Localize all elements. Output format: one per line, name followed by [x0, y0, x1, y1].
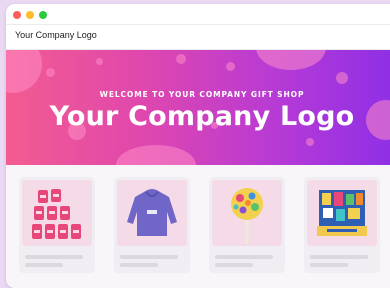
maximize-window-button[interactable] — [39, 11, 47, 19]
product-price-placeholder — [310, 263, 348, 267]
product-card[interactable] — [114, 177, 190, 273]
gift-box-image — [307, 180, 377, 246]
product-price-placeholder — [25, 263, 63, 267]
product-card[interactable] — [19, 177, 95, 273]
header-logo[interactable]: Your Company Logo — [15, 30, 97, 40]
decorative-bubble — [306, 138, 314, 146]
browser-window: Your Company Logo WELCOME TO YOUR COMPAN… — [6, 4, 390, 288]
hero-subtitle: WELCOME TO YOUR COMPANY GIFT SHOP — [99, 90, 305, 99]
hero-banner: WELCOME TO YOUR COMPANY GIFT SHOP Your C… — [6, 50, 390, 165]
site-header: Your Company Logo — [6, 24, 390, 50]
candy-bags-image — [22, 180, 92, 246]
product-grid — [6, 165, 390, 288]
title-bar — [6, 4, 390, 24]
product-price-placeholder — [120, 263, 158, 267]
hoodie-image — [117, 180, 187, 246]
decorative-bubble — [116, 145, 196, 165]
product-name-placeholder — [215, 255, 273, 259]
lollipop-image — [212, 180, 282, 246]
decorative-bubble — [226, 62, 235, 71]
hero-title: Your Company Logo — [49, 101, 355, 132]
decorative-bubble — [336, 72, 348, 84]
product-name-placeholder — [120, 255, 178, 259]
product-card[interactable] — [209, 177, 285, 273]
decorative-bubble — [96, 58, 103, 65]
decorative-bubble — [176, 54, 186, 64]
product-name-placeholder — [25, 255, 83, 259]
decorative-bubble — [256, 50, 326, 70]
minimize-window-button[interactable] — [26, 11, 34, 19]
product-card[interactable] — [304, 177, 380, 273]
decorative-bubble — [46, 68, 55, 77]
decorative-bubble — [6, 50, 42, 93]
close-window-button[interactable] — [13, 11, 21, 19]
product-price-placeholder — [215, 263, 253, 267]
product-name-placeholder — [310, 255, 368, 259]
